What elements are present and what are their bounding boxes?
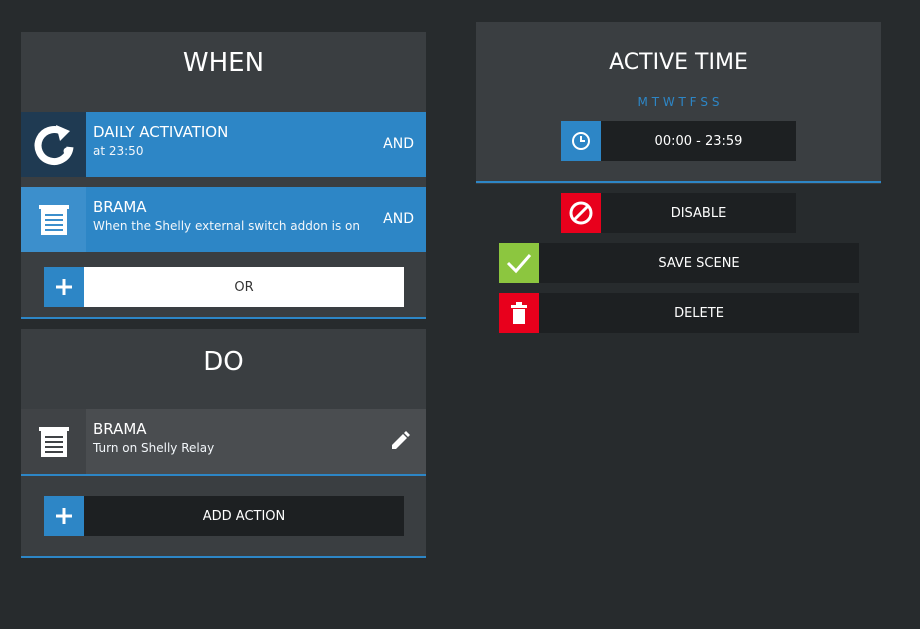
condition-brama[interactable]: BRAMA When the Shelly external switch ad… xyxy=(21,187,426,252)
plus-icon xyxy=(44,267,84,307)
save-scene-button[interactable]: SAVE SCENE xyxy=(499,243,859,283)
divider xyxy=(21,474,426,476)
when-panel: WHEN DAILY ACTIVATION at 23:50 AND BRAMA xyxy=(21,32,426,319)
action-subtitle: Turn on Shelly Relay xyxy=(93,441,215,455)
days-of-week[interactable]: M T W T F S S xyxy=(476,95,881,109)
check-icon xyxy=(499,243,539,283)
condition-title: DAILY ACTIVATION xyxy=(93,123,229,141)
action-title: BRAMA xyxy=(93,420,147,438)
divider xyxy=(476,181,881,183)
delete-button[interactable]: DELETE xyxy=(499,293,859,333)
or-button[interactable]: OR xyxy=(44,267,404,307)
block-icon xyxy=(561,193,601,233)
time-range-label: 00:00 - 23:59 xyxy=(601,121,796,161)
disable-label: DISABLE xyxy=(601,193,796,233)
time-range-button[interactable]: 00:00 - 23:59 xyxy=(561,121,796,161)
action-brama[interactable]: BRAMA Turn on Shelly Relay xyxy=(21,409,426,474)
plus-icon xyxy=(44,496,84,536)
disable-button[interactable]: DISABLE xyxy=(561,193,796,233)
do-panel: DO BRAMA Turn on Shelly Relay ADD ACTION xyxy=(21,329,426,558)
trash-icon xyxy=(499,293,539,333)
when-title: WHEN xyxy=(182,48,265,78)
condition-daily-activation[interactable]: DAILY ACTIVATION at 23:50 AND xyxy=(21,112,426,177)
blinds-icon xyxy=(21,409,86,474)
pencil-icon[interactable] xyxy=(390,429,412,451)
and-connector[interactable]: AND xyxy=(383,136,414,152)
clock-icon xyxy=(561,121,601,161)
active-time-title: ACTIVE TIME xyxy=(609,50,748,75)
divider xyxy=(21,556,426,558)
delete-label: DELETE xyxy=(539,293,859,333)
do-title: DO xyxy=(203,347,244,377)
add-action-label: ADD ACTION xyxy=(84,496,404,536)
condition-subtitle: When the Shelly external switch addon is… xyxy=(93,219,360,233)
or-label: OR xyxy=(84,267,404,307)
save-scene-label: SAVE SCENE xyxy=(539,243,859,283)
divider xyxy=(21,317,426,319)
condition-subtitle: at 23:50 xyxy=(93,144,144,158)
add-action-button[interactable]: ADD ACTION xyxy=(44,496,404,536)
blinds-icon xyxy=(21,187,86,252)
refresh-icon xyxy=(21,112,86,177)
and-connector[interactable]: AND xyxy=(383,211,414,227)
active-time-panel: ACTIVE TIME M T W T F S S 00:00 - 23:59 xyxy=(476,22,881,184)
condition-title: BRAMA xyxy=(93,198,147,216)
